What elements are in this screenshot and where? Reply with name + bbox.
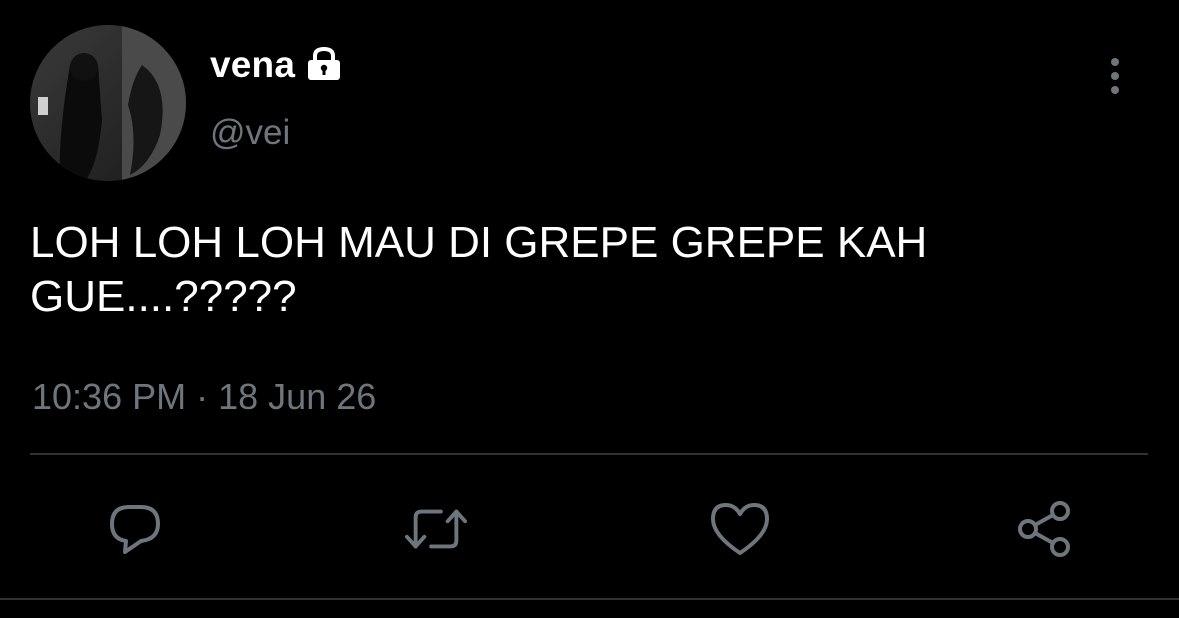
tweet-text: LOH LOH LOH MAU DI GREPE GREPE KAH GUE..… (30, 218, 928, 321)
like-button[interactable] (708, 497, 772, 561)
tweet-timestamp: 10:36 PM · 18 Jun 26 (32, 376, 376, 418)
reply-button[interactable] (103, 497, 167, 561)
divider (30, 453, 1148, 455)
more-vertical-icon[interactable] (1098, 56, 1132, 96)
divider-bottom (0, 598, 1179, 600)
display-name[interactable]: vena (210, 44, 295, 86)
author-name-row: vena (210, 44, 343, 86)
retweet-icon (404, 509, 468, 549)
share-button[interactable] (1012, 497, 1076, 561)
retweet-button[interactable] (404, 497, 468, 561)
reply-icon (110, 505, 160, 554)
avatar-image (30, 25, 186, 181)
tweet-date[interactable]: 18 Jun 26 (218, 376, 376, 417)
share-icon (1018, 501, 1070, 557)
lock-icon (305, 46, 343, 86)
avatar[interactable] (30, 25, 186, 181)
user-handle[interactable]: @vei (210, 113, 290, 153)
heart-icon (711, 503, 769, 555)
timestamp-separator: · (196, 376, 209, 417)
tweet-time[interactable]: 10:36 PM (32, 376, 186, 417)
